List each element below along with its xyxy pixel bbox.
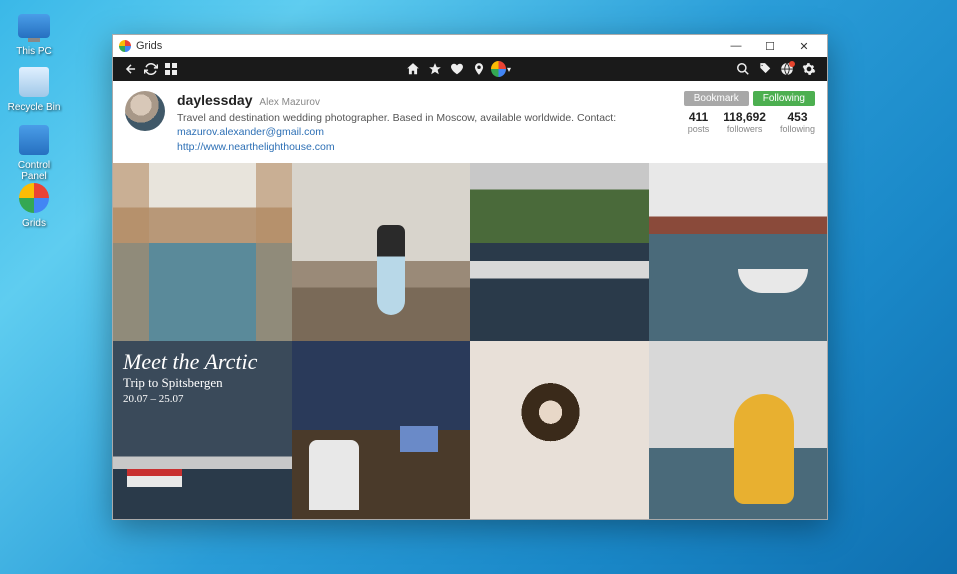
desktop-label: Recycle Bin <box>4 102 64 113</box>
desktop-label: Control Panel <box>4 160 64 182</box>
back-button[interactable] <box>121 59 141 79</box>
location-button[interactable] <box>469 59 489 79</box>
account-menu-button[interactable]: ▾ <box>491 59 511 79</box>
heart-button[interactable] <box>447 59 467 79</box>
globe-icon <box>780 62 794 76</box>
real-name: Alex Mazurov <box>259 97 320 108</box>
toolbar: ▾ <box>113 57 827 81</box>
minimize-button[interactable]: — <box>719 36 753 56</box>
desktop-icon-control-panel[interactable]: Control Panel <box>4 122 64 182</box>
gear-icon <box>802 62 816 76</box>
desktop-label: This PC <box>4 46 64 57</box>
photo-tile[interactable] <box>292 341 471 519</box>
photo-tile[interactable] <box>470 163 649 341</box>
followers-stat[interactable]: 118,692 followers <box>723 110 766 134</box>
account-icon <box>491 61 506 77</box>
profile-header: daylessday Alex Mazurov Travel and desti… <box>113 81 827 163</box>
photo-tile[interactable] <box>113 163 292 341</box>
desktop-icon-this-pc[interactable]: This PC <box>4 8 64 57</box>
desktop-icon-grids[interactable]: Grids <box>4 180 64 229</box>
location-pin-icon <box>472 62 486 76</box>
email-link[interactable]: mazurov.alexander@gmail.com <box>177 126 324 138</box>
search-icon <box>736 62 750 76</box>
app-icon <box>119 40 131 52</box>
photo-tile[interactable] <box>292 163 471 341</box>
photo-grid: Meet the Arctic Trip to Spitsbergen 20.0… <box>113 163 827 519</box>
notifications-button[interactable] <box>777 59 797 79</box>
close-button[interactable]: ✕ <box>787 36 821 56</box>
photo-tile[interactable]: Meet the Arctic Trip to Spitsbergen 20.0… <box>113 341 292 519</box>
titlebar[interactable]: Grids — ☐ ✕ <box>113 35 827 57</box>
following-stat[interactable]: 453 following <box>780 110 815 134</box>
search-button[interactable] <box>733 59 753 79</box>
refresh-icon <box>144 62 158 76</box>
maximize-button[interactable]: ☐ <box>753 36 787 56</box>
photo-tile[interactable] <box>649 341 828 519</box>
home-button[interactable] <box>403 59 423 79</box>
grids-app-icon <box>19 183 49 213</box>
photo-tile[interactable] <box>649 163 828 341</box>
photo-overlay-text: Meet the Arctic Trip to Spitsbergen 20.0… <box>123 349 257 405</box>
settings-button[interactable] <box>799 59 819 79</box>
bio: Travel and destination wedding photograp… <box>177 111 672 140</box>
avatar[interactable] <box>125 91 165 131</box>
photo-tile[interactable] <box>470 341 649 519</box>
refresh-button[interactable] <box>141 59 161 79</box>
control-panel-icon <box>19 125 49 155</box>
posts-stat[interactable]: 411 posts <box>688 110 710 134</box>
desktop-label: Grids <box>4 218 64 229</box>
star-button[interactable] <box>425 59 445 79</box>
bookmark-button[interactable]: Bookmark <box>684 91 749 106</box>
home-icon <box>406 62 420 76</box>
star-icon <box>428 62 442 76</box>
heart-icon <box>450 62 464 76</box>
pc-icon <box>18 14 50 38</box>
chevron-down-icon: ▾ <box>507 65 511 74</box>
back-arrow-icon <box>124 62 138 76</box>
grids-window: Grids — ☐ ✕ <box>112 34 828 520</box>
recycle-bin-icon <box>19 67 49 97</box>
following-button[interactable]: Following <box>753 91 815 106</box>
tag-icon <box>758 62 772 76</box>
grid-view-button[interactable] <box>161 59 181 79</box>
tag-button[interactable] <box>755 59 775 79</box>
website-link[interactable]: http://www.nearthelighthouse.com <box>177 141 335 153</box>
desktop-icon-recycle-bin[interactable]: Recycle Bin <box>4 64 64 113</box>
username[interactable]: daylessday <box>177 92 253 108</box>
grid-icon <box>165 63 177 75</box>
window-title: Grids <box>136 40 162 52</box>
